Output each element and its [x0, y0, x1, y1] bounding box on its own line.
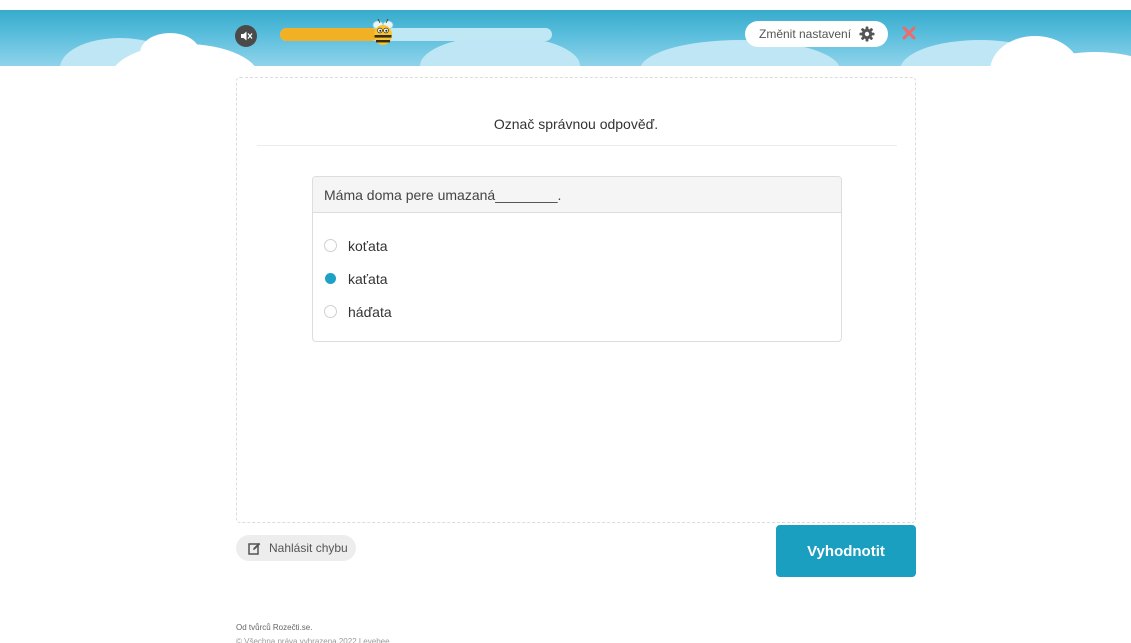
report-error-button[interactable]: Nahlásit chybu — [236, 535, 356, 561]
radio-button[interactable] — [324, 272, 337, 285]
progress-fill — [280, 28, 378, 41]
bee-icon — [372, 18, 394, 45]
radio-button[interactable] — [324, 239, 337, 252]
edit-icon — [248, 542, 261, 555]
footer-credits: Od tvůrců Rozečti.se. — [236, 623, 313, 632]
report-error-label: Nahlásit chybu — [269, 541, 348, 555]
exercise-instruction: Označ správnou odpověď. — [493, 116, 659, 132]
cloud-decoration — [140, 33, 200, 66]
top-line — [0, 0, 1131, 10]
answer-option-label: kaťata — [348, 270, 388, 287]
footer: Od tvůrců Rozečti.se. © Všechna práva vy… — [236, 621, 390, 643]
answer-option-label: koťata — [348, 237, 388, 254]
answer-options: koťata kaťata háďata — [313, 213, 841, 328]
evaluate-button[interactable]: Vyhodnotit — [776, 525, 916, 577]
answer-option-katata[interactable]: kaťata — [313, 262, 841, 295]
question-text: Máma doma pere umazaná________. — [313, 177, 841, 213]
progress-bar — [280, 28, 552, 41]
gear-icon — [859, 26, 875, 42]
answer-option-label: háďata — [348, 303, 392, 320]
footer-copyright: © Všechna práva vyhrazena 2022 Levebee — [236, 637, 390, 643]
answer-option-kotata[interactable]: koťata — [313, 229, 841, 262]
top-bar: Změnit nastavení — [0, 0, 1131, 66]
question-box: Máma doma pere umazaná________. koťata k… — [312, 176, 842, 342]
exercise-card: Označ správnou odpověď. Máma doma pere u… — [236, 77, 916, 523]
sound-off-icon — [241, 31, 253, 41]
radio-button[interactable] — [324, 305, 337, 318]
sound-toggle-button[interactable] — [235, 25, 257, 47]
change-settings-label: Změnit nastavení — [759, 27, 852, 41]
answer-option-hadata[interactable]: háďata — [313, 295, 841, 328]
change-settings-button[interactable]: Změnit nastavení — [745, 21, 888, 47]
close-icon[interactable] — [901, 25, 917, 41]
divider — [257, 145, 897, 146]
